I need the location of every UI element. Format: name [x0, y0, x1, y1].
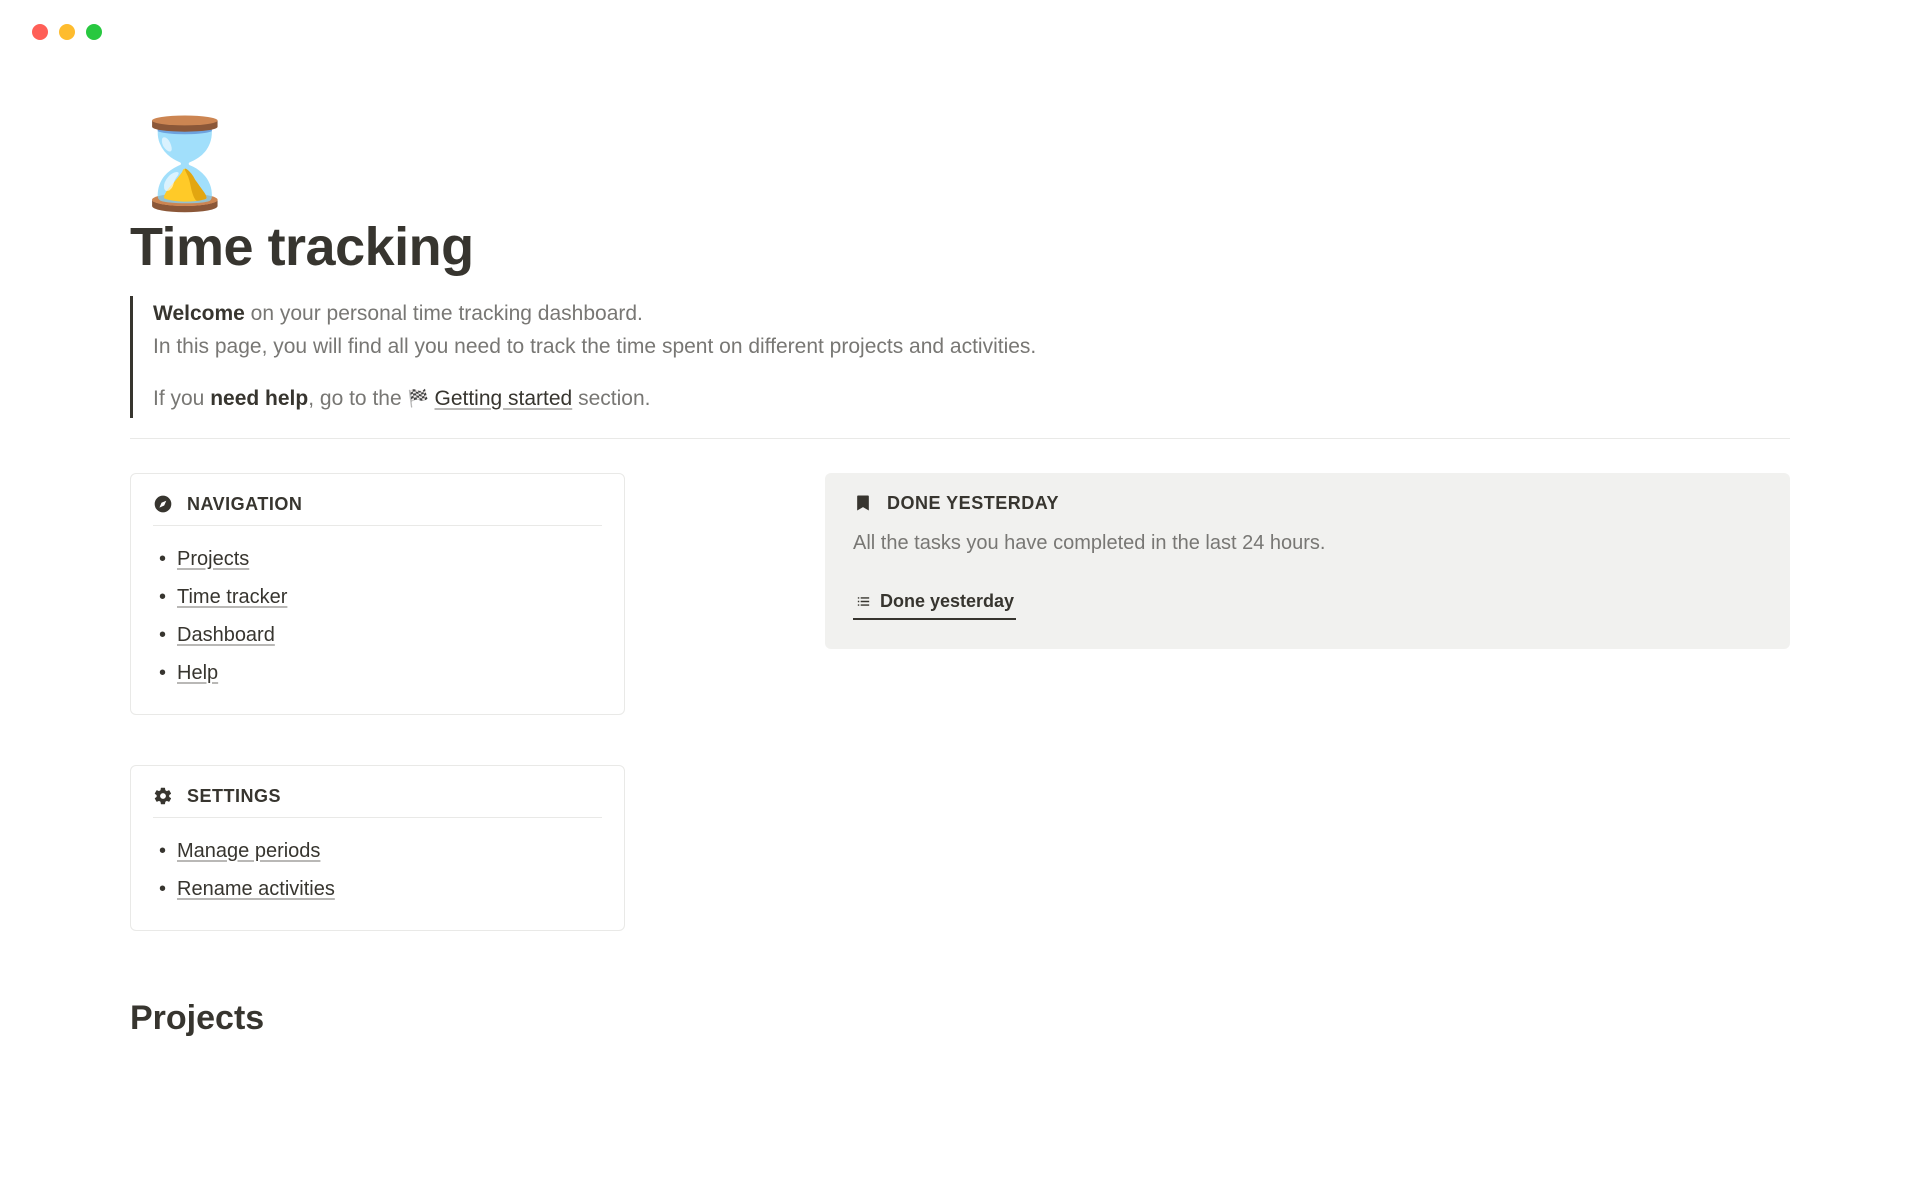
nav-item-help: Help — [177, 654, 602, 692]
intro-help-line: If you need help, go to the 🏁 Getting st… — [153, 383, 1790, 416]
window-traffic-lights — [0, 0, 1920, 40]
nav-link-help[interactable]: Help — [177, 662, 218, 684]
intro-help-mid: , go to the — [308, 387, 407, 410]
nav-link-projects[interactable]: Projects — [177, 548, 249, 570]
getting-started-link[interactable]: Getting started — [435, 387, 573, 410]
intro-callout: Welcome on your personal time tracking d… — [130, 296, 1790, 418]
nav-item-time-tracker: Time tracker — [177, 578, 602, 616]
intro-help-prefix: If you — [153, 387, 210, 410]
maximize-window-button[interactable] — [86, 24, 102, 40]
navigation-list: Projects Time tracker Dashboard Help — [153, 540, 602, 692]
close-window-button[interactable] — [32, 24, 48, 40]
done-yesterday-heading: DONE YESTERDAY — [853, 493, 1762, 518]
page-icon[interactable]: ⌛ — [130, 120, 1790, 208]
settings-heading: SETTINGS — [153, 786, 602, 818]
right-column: DONE YESTERDAY All the tasks you have co… — [825, 473, 1790, 931]
nav-item-projects: Projects — [177, 540, 602, 578]
settings-item-manage-periods: Manage periods — [177, 832, 602, 870]
navigation-heading: NAVIGATION — [153, 494, 602, 526]
intro-welcome-strong: Welcome — [153, 302, 245, 325]
page-title[interactable]: Time tracking — [130, 216, 1790, 278]
intro-line-2: In this page, you will find all you need… — [153, 331, 1790, 364]
checkered-flag-icon: 🏁 — [407, 386, 428, 412]
bookmark-icon — [853, 493, 873, 513]
nav-item-dashboard: Dashboard — [177, 616, 602, 654]
nav-link-time-tracker[interactable]: Time tracker — [177, 586, 287, 608]
nav-link-dashboard[interactable]: Dashboard — [177, 624, 275, 646]
intro-welcome-rest: on your personal time tracking dashboard… — [245, 302, 643, 325]
gear-icon — [153, 786, 173, 806]
settings-item-rename-activities: Rename activities — [177, 870, 602, 908]
tab-done-yesterday[interactable]: Done yesterday — [853, 585, 1016, 620]
divider — [130, 438, 1790, 439]
compass-icon — [153, 494, 173, 514]
list-icon — [855, 593, 872, 610]
minimize-window-button[interactable] — [59, 24, 75, 40]
intro-line-1: Welcome on your personal time tracking d… — [153, 298, 1790, 331]
done-yesterday-card: DONE YESTERDAY All the tasks you have co… — [825, 473, 1790, 649]
tab-done-yesterday-label: Done yesterday — [880, 591, 1014, 612]
settings-list: Manage periods Rename activities — [153, 832, 602, 908]
settings-link-manage-periods[interactable]: Manage periods — [177, 840, 320, 862]
intro-help-strong: need help — [210, 387, 308, 410]
done-yesterday-tabs: Done yesterday — [853, 585, 1762, 621]
done-yesterday-heading-text: DONE YESTERDAY — [887, 493, 1059, 514]
settings-heading-text: SETTINGS — [187, 786, 281, 807]
columns: NAVIGATION Projects Time tracker Dashboa… — [130, 473, 1790, 931]
page-content: ⌛ Time tracking Welcome on your personal… — [0, 40, 1920, 1038]
done-yesterday-subtext: All the tasks you have completed in the … — [853, 532, 1762, 555]
settings-card: SETTINGS Manage periods Rename activitie… — [130, 765, 625, 931]
navigation-heading-text: NAVIGATION — [187, 494, 302, 515]
projects-section-heading: Projects — [130, 999, 1790, 1038]
left-column: NAVIGATION Projects Time tracker Dashboa… — [130, 473, 625, 931]
settings-link-rename-activities[interactable]: Rename activities — [177, 878, 335, 900]
navigation-card: NAVIGATION Projects Time tracker Dashboa… — [130, 473, 625, 715]
intro-help-suffix: section. — [572, 387, 650, 410]
